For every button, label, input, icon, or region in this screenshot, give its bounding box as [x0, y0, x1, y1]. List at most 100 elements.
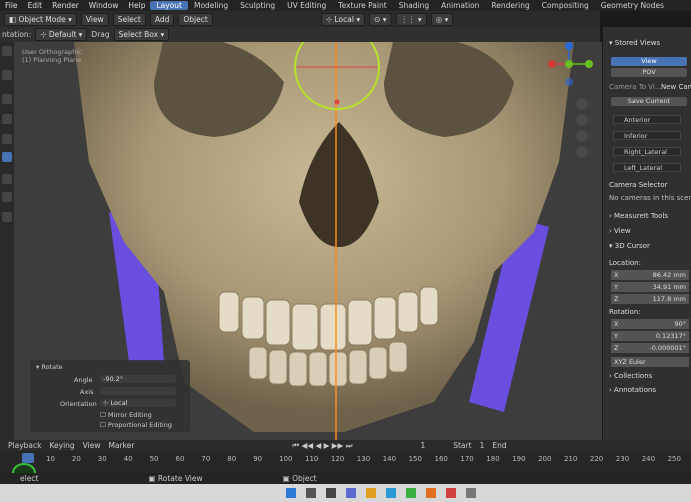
workspace-tab-rendering[interactable]: Rendering: [485, 1, 535, 10]
teams-icon[interactable]: [346, 488, 356, 498]
workspace-tab-shading[interactable]: Shading: [393, 1, 435, 10]
menu-edit[interactable]: Edit: [23, 1, 48, 10]
collections-header[interactable]: › Collections: [609, 372, 652, 380]
timeline-frame-tick: 160: [434, 455, 448, 463]
menu-help[interactable]: Help: [123, 1, 150, 10]
drag-dropdown[interactable]: Select Box ▾: [113, 28, 170, 41]
rotation-mode-dropdown[interactable]: XYZ Euler: [611, 357, 689, 367]
gizmo-handle[interactable]: [334, 99, 340, 105]
stored-view-item[interactable]: Inferior: [613, 131, 681, 140]
snap-toggle[interactable]: ⋮⋮ ▾: [395, 12, 427, 26]
tab-view[interactable]: View: [611, 57, 687, 66]
measure-tool-icon[interactable]: [2, 192, 12, 202]
view-section-header[interactable]: › View: [609, 227, 631, 235]
marker-menu[interactable]: Marker: [108, 441, 134, 450]
workspace-tab-compositing[interactable]: Compositing: [536, 1, 595, 10]
new-cam-button[interactable]: New Cam: [661, 83, 691, 91]
blender-icon[interactable]: [426, 488, 436, 498]
select-tool-icon[interactable]: [2, 46, 12, 56]
last-operator-panel[interactable]: ▾ Rotate Angle -90.2° Axis Orientation ⊹…: [30, 360, 190, 432]
proportional-editing-checkbox[interactable]: ☐ Proportional Editing: [100, 421, 172, 429]
workspace-tab-modeling[interactable]: Modeling: [188, 1, 234, 10]
menu-file[interactable]: File: [0, 1, 23, 10]
object-menu[interactable]: Object: [178, 12, 213, 26]
annotations-header[interactable]: › Annotations: [609, 386, 656, 394]
playhead[interactable]: [22, 453, 34, 463]
axis-field[interactable]: [100, 387, 176, 395]
collections-title: Collections: [614, 372, 653, 380]
workspace-tab-geometry-nodes[interactable]: Geometry Nodes: [595, 1, 670, 10]
orientation-dropdown[interactable]: ⊹ Default ▾: [35, 28, 88, 41]
transform-tool-icon[interactable]: [2, 152, 12, 162]
menu-render[interactable]: Render: [47, 1, 84, 10]
zoom-icon[interactable]: [576, 98, 588, 110]
workspace-tab-uv-editing[interactable]: UV Editing: [281, 1, 332, 10]
proportional-toggle[interactable]: ◎ ▾: [430, 12, 454, 26]
operator-orientation-dropdown[interactable]: ⊹ Local: [100, 399, 176, 407]
timeline-ruler[interactable]: 10 20 30 40 50 60 70 80 90 100 110 120 130 140 150 160 1…: [0, 451, 691, 483]
annotate-tool-icon[interactable]: [2, 174, 12, 184]
3d-cursor-header[interactable]: ▾ 3D Cursor: [609, 242, 650, 250]
mirror-editing-checkbox[interactable]: ☐ Mirror Editing: [100, 411, 152, 419]
keying-menu[interactable]: Keying: [49, 441, 74, 450]
timeline-frame-tick: 80: [227, 455, 237, 463]
transform-orientation-dropdown[interactable]: ⊹ Local ▾: [320, 12, 366, 26]
rotation-z-field[interactable]: Z -0.000001°: [611, 343, 689, 353]
view-section-title: View: [614, 227, 631, 235]
rotation-x-field[interactable]: X 90°: [611, 319, 689, 329]
stored-views-header[interactable]: ▾ Stored Views: [609, 39, 660, 47]
status-select-hint: elect: [20, 474, 39, 483]
app-icon[interactable]: [446, 488, 456, 498]
save-current-button[interactable]: Save Current: [611, 97, 687, 106]
measureit-header[interactable]: › MeasureIt Tools: [609, 212, 668, 220]
pivot-dropdown[interactable]: ⊙ ▾: [369, 12, 392, 26]
drag-value: Select Box: [118, 30, 159, 39]
search-icon[interactable]: [306, 488, 316, 498]
scale-tool-icon[interactable]: [2, 134, 12, 144]
stored-view-item[interactable]: Anterior: [613, 115, 681, 124]
stored-views-title: Stored Views: [614, 39, 661, 47]
add-menu[interactable]: Add: [149, 12, 175, 26]
location-x-field[interactable]: X 86.42 mm: [611, 270, 689, 280]
pan-icon[interactable]: [576, 114, 588, 126]
workspace-tab-texture-paint[interactable]: Texture Paint: [332, 1, 392, 10]
perspective-toggle-icon[interactable]: [576, 146, 588, 158]
current-frame-field[interactable]: 1: [420, 441, 425, 450]
move-tool-icon[interactable]: [2, 94, 12, 104]
camera-selector-header: Camera Selector: [609, 181, 668, 189]
task-view-icon[interactable]: [326, 488, 336, 498]
rotation-y-value: 0.12317°: [655, 332, 686, 340]
cursor-tool-icon[interactable]: [2, 70, 12, 80]
edge-icon[interactable]: [386, 488, 396, 498]
view-menu[interactable]: View: [80, 12, 109, 26]
stored-view-item[interactable]: Left_Lateral: [613, 163, 681, 172]
camera-view-icon[interactable]: [576, 130, 588, 142]
file-explorer-icon[interactable]: [366, 488, 376, 498]
left-toolbar: [0, 42, 14, 440]
add-cube-tool-icon[interactable]: [2, 212, 12, 222]
playback-controls[interactable]: ⏮ ◀◀ ◀ ▶ ▶▶ ⏭: [292, 441, 352, 451]
timeline-frame-tick: 40: [123, 455, 133, 463]
workspace-tab-animation[interactable]: Animation: [435, 1, 485, 10]
start-menu-icon[interactable]: [286, 488, 296, 498]
select-menu[interactable]: Select: [112, 12, 146, 26]
rotation-y-field[interactable]: Y 0.12317°: [611, 331, 689, 341]
start-field[interactable]: 1: [480, 441, 485, 450]
menu-window[interactable]: Window: [84, 1, 124, 10]
tab-pov[interactable]: POV: [611, 68, 687, 77]
workspace-tab-sculpting[interactable]: Sculpting: [234, 1, 281, 10]
location-z-field[interactable]: Z 117.8 mm: [611, 294, 689, 304]
object-mode-dropdown[interactable]: ◧ Object Mode ▾: [4, 12, 77, 26]
app-icon[interactable]: [466, 488, 476, 498]
location-y-field[interactable]: Y 34.91 mm: [611, 282, 689, 292]
rotation-mode-value: XYZ Euler: [614, 358, 646, 366]
workspace-tab-layout[interactable]: Layout: [150, 1, 188, 10]
angle-field[interactable]: -90.2°: [100, 375, 176, 383]
playback-menu[interactable]: Playback: [8, 441, 41, 450]
rotation-x-value: 90°: [674, 320, 686, 328]
app-icon[interactable]: [406, 488, 416, 498]
timeline-view-menu[interactable]: View: [83, 441, 101, 450]
stored-view-item[interactable]: Right_Lateral: [613, 147, 681, 156]
rotate-tool-icon[interactable]: [2, 114, 12, 124]
timeline-frame-tick: 20: [71, 455, 81, 463]
